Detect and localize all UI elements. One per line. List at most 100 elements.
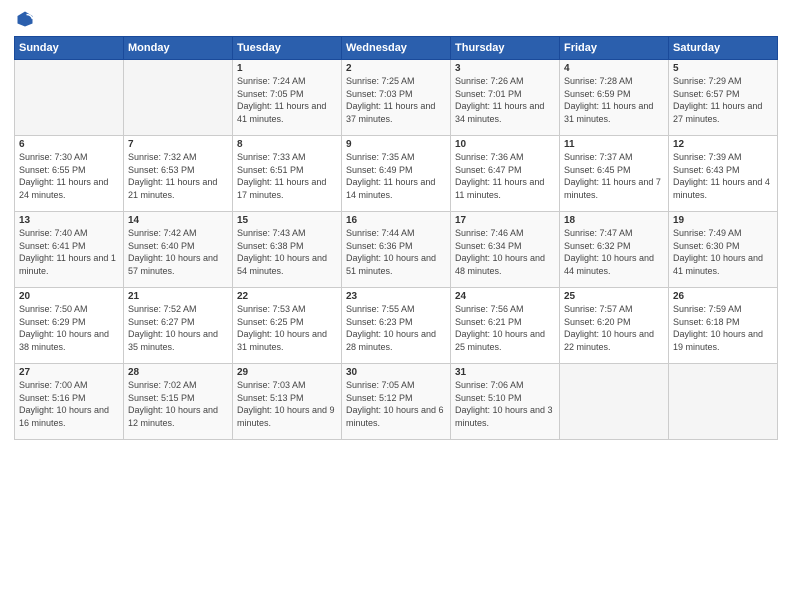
day-detail: Sunrise: 7:28 AMSunset: 6:59 PMDaylight:…	[564, 75, 664, 125]
day-number: 24	[455, 291, 555, 302]
day-cell: 9Sunrise: 7:35 AMSunset: 6:49 PMDaylight…	[342, 136, 451, 212]
day-cell: 5Sunrise: 7:29 AMSunset: 6:57 PMDaylight…	[669, 60, 778, 136]
day-detail: Sunrise: 7:56 AMSunset: 6:21 PMDaylight:…	[455, 303, 555, 353]
day-detail: Sunrise: 7:49 AMSunset: 6:30 PMDaylight:…	[673, 227, 773, 277]
logo-icon	[16, 10, 34, 28]
day-number: 23	[346, 291, 446, 302]
day-cell	[669, 364, 778, 440]
day-cell: 19Sunrise: 7:49 AMSunset: 6:30 PMDayligh…	[669, 212, 778, 288]
week-row-2: 6Sunrise: 7:30 AMSunset: 6:55 PMDaylight…	[15, 136, 778, 212]
day-cell: 16Sunrise: 7:44 AMSunset: 6:36 PMDayligh…	[342, 212, 451, 288]
day-number: 4	[564, 63, 664, 74]
day-detail: Sunrise: 7:05 AMSunset: 5:12 PMDaylight:…	[346, 379, 446, 429]
day-detail: Sunrise: 7:33 AMSunset: 6:51 PMDaylight:…	[237, 151, 337, 201]
day-detail: Sunrise: 7:24 AMSunset: 7:05 PMDaylight:…	[237, 75, 337, 125]
day-detail: Sunrise: 7:25 AMSunset: 7:03 PMDaylight:…	[346, 75, 446, 125]
day-detail: Sunrise: 7:42 AMSunset: 6:40 PMDaylight:…	[128, 227, 228, 277]
week-row-3: 13Sunrise: 7:40 AMSunset: 6:41 PMDayligh…	[15, 212, 778, 288]
col-header-saturday: Saturday	[669, 37, 778, 60]
col-header-wednesday: Wednesday	[342, 37, 451, 60]
day-number: 17	[455, 215, 555, 226]
day-number: 28	[128, 367, 228, 378]
day-cell: 26Sunrise: 7:59 AMSunset: 6:18 PMDayligh…	[669, 288, 778, 364]
day-cell: 31Sunrise: 7:06 AMSunset: 5:10 PMDayligh…	[451, 364, 560, 440]
day-cell: 15Sunrise: 7:43 AMSunset: 6:38 PMDayligh…	[233, 212, 342, 288]
day-detail: Sunrise: 7:03 AMSunset: 5:13 PMDaylight:…	[237, 379, 337, 429]
week-row-1: 1Sunrise: 7:24 AMSunset: 7:05 PMDaylight…	[15, 60, 778, 136]
day-cell: 2Sunrise: 7:25 AMSunset: 7:03 PMDaylight…	[342, 60, 451, 136]
day-number: 22	[237, 291, 337, 302]
day-detail: Sunrise: 7:59 AMSunset: 6:18 PMDaylight:…	[673, 303, 773, 353]
day-number: 13	[19, 215, 119, 226]
day-detail: Sunrise: 7:30 AMSunset: 6:55 PMDaylight:…	[19, 151, 119, 201]
day-detail: Sunrise: 7:43 AMSunset: 6:38 PMDaylight:…	[237, 227, 337, 277]
header-row: SundayMondayTuesdayWednesdayThursdayFrid…	[15, 37, 778, 60]
day-number: 25	[564, 291, 664, 302]
day-cell	[124, 60, 233, 136]
col-header-sunday: Sunday	[15, 37, 124, 60]
day-cell: 7Sunrise: 7:32 AMSunset: 6:53 PMDaylight…	[124, 136, 233, 212]
day-cell: 18Sunrise: 7:47 AMSunset: 6:32 PMDayligh…	[560, 212, 669, 288]
day-number: 3	[455, 63, 555, 74]
day-number: 9	[346, 139, 446, 150]
day-number: 20	[19, 291, 119, 302]
day-cell: 12Sunrise: 7:39 AMSunset: 6:43 PMDayligh…	[669, 136, 778, 212]
day-cell: 6Sunrise: 7:30 AMSunset: 6:55 PMDaylight…	[15, 136, 124, 212]
day-cell	[560, 364, 669, 440]
day-number: 2	[346, 63, 446, 74]
day-cell: 20Sunrise: 7:50 AMSunset: 6:29 PMDayligh…	[15, 288, 124, 364]
day-number: 18	[564, 215, 664, 226]
day-detail: Sunrise: 7:39 AMSunset: 6:43 PMDaylight:…	[673, 151, 773, 201]
day-cell: 24Sunrise: 7:56 AMSunset: 6:21 PMDayligh…	[451, 288, 560, 364]
day-detail: Sunrise: 7:37 AMSunset: 6:45 PMDaylight:…	[564, 151, 664, 201]
day-detail: Sunrise: 7:26 AMSunset: 7:01 PMDaylight:…	[455, 75, 555, 125]
day-detail: Sunrise: 7:00 AMSunset: 5:16 PMDaylight:…	[19, 379, 119, 429]
day-cell: 13Sunrise: 7:40 AMSunset: 6:41 PMDayligh…	[15, 212, 124, 288]
day-cell: 30Sunrise: 7:05 AMSunset: 5:12 PMDayligh…	[342, 364, 451, 440]
day-number: 8	[237, 139, 337, 150]
day-detail: Sunrise: 7:55 AMSunset: 6:23 PMDaylight:…	[346, 303, 446, 353]
day-cell: 11Sunrise: 7:37 AMSunset: 6:45 PMDayligh…	[560, 136, 669, 212]
day-number: 19	[673, 215, 773, 226]
day-cell: 4Sunrise: 7:28 AMSunset: 6:59 PMDaylight…	[560, 60, 669, 136]
day-detail: Sunrise: 7:47 AMSunset: 6:32 PMDaylight:…	[564, 227, 664, 277]
day-number: 14	[128, 215, 228, 226]
calendar-page: SundayMondayTuesdayWednesdayThursdayFrid…	[0, 0, 792, 450]
day-cell: 3Sunrise: 7:26 AMSunset: 7:01 PMDaylight…	[451, 60, 560, 136]
day-number: 6	[19, 139, 119, 150]
day-cell: 1Sunrise: 7:24 AMSunset: 7:05 PMDaylight…	[233, 60, 342, 136]
day-number: 5	[673, 63, 773, 74]
day-cell: 8Sunrise: 7:33 AMSunset: 6:51 PMDaylight…	[233, 136, 342, 212]
day-detail: Sunrise: 7:57 AMSunset: 6:20 PMDaylight:…	[564, 303, 664, 353]
day-cell: 28Sunrise: 7:02 AMSunset: 5:15 PMDayligh…	[124, 364, 233, 440]
day-detail: Sunrise: 7:02 AMSunset: 5:15 PMDaylight:…	[128, 379, 228, 429]
day-detail: Sunrise: 7:06 AMSunset: 5:10 PMDaylight:…	[455, 379, 555, 429]
col-header-thursday: Thursday	[451, 37, 560, 60]
col-header-monday: Monday	[124, 37, 233, 60]
header	[14, 10, 778, 28]
col-header-friday: Friday	[560, 37, 669, 60]
day-number: 21	[128, 291, 228, 302]
day-number: 31	[455, 367, 555, 378]
logo	[14, 10, 34, 28]
day-number: 10	[455, 139, 555, 150]
day-number: 27	[19, 367, 119, 378]
day-detail: Sunrise: 7:40 AMSunset: 6:41 PMDaylight:…	[19, 227, 119, 277]
day-cell: 29Sunrise: 7:03 AMSunset: 5:13 PMDayligh…	[233, 364, 342, 440]
day-number: 16	[346, 215, 446, 226]
day-number: 29	[237, 367, 337, 378]
day-cell: 21Sunrise: 7:52 AMSunset: 6:27 PMDayligh…	[124, 288, 233, 364]
day-cell: 25Sunrise: 7:57 AMSunset: 6:20 PMDayligh…	[560, 288, 669, 364]
calendar-table: SundayMondayTuesdayWednesdayThursdayFrid…	[14, 36, 778, 440]
day-detail: Sunrise: 7:44 AMSunset: 6:36 PMDaylight:…	[346, 227, 446, 277]
day-number: 30	[346, 367, 446, 378]
week-row-5: 27Sunrise: 7:00 AMSunset: 5:16 PMDayligh…	[15, 364, 778, 440]
day-number: 11	[564, 139, 664, 150]
day-number: 26	[673, 291, 773, 302]
day-detail: Sunrise: 7:29 AMSunset: 6:57 PMDaylight:…	[673, 75, 773, 125]
day-detail: Sunrise: 7:32 AMSunset: 6:53 PMDaylight:…	[128, 151, 228, 201]
day-detail: Sunrise: 7:35 AMSunset: 6:49 PMDaylight:…	[346, 151, 446, 201]
day-detail: Sunrise: 7:52 AMSunset: 6:27 PMDaylight:…	[128, 303, 228, 353]
day-cell: 10Sunrise: 7:36 AMSunset: 6:47 PMDayligh…	[451, 136, 560, 212]
day-detail: Sunrise: 7:46 AMSunset: 6:34 PMDaylight:…	[455, 227, 555, 277]
